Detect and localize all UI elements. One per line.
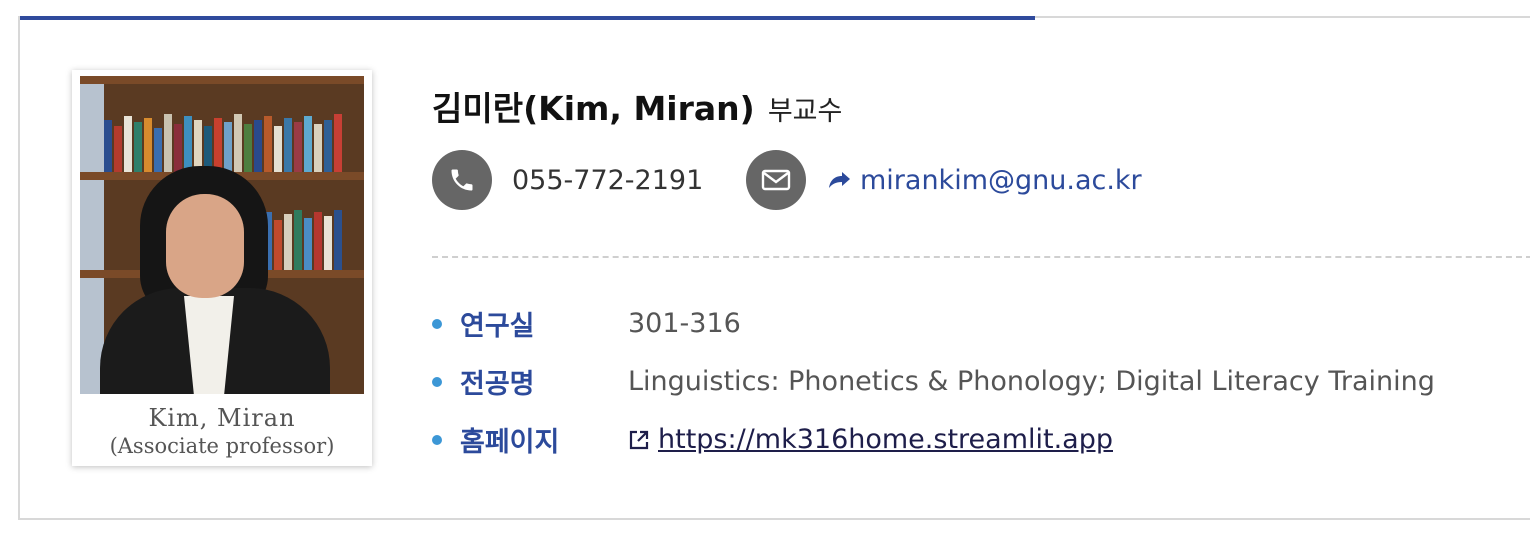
homepage-label: 홈페이지 (460, 427, 560, 458)
photo-caption-name: Kim, Miran (148, 404, 296, 432)
phone-number[interactable]: 055-772-2191 (512, 165, 703, 196)
email-address: mirankim@gnu.ac.kr (860, 164, 1142, 196)
photo-caption-title: (Associate professor) (109, 434, 335, 458)
name-line: 김미란(Kim, Miran) 부교수 (432, 82, 842, 130)
office-label: 연구실 (460, 311, 535, 342)
person-face (166, 194, 244, 298)
bullet-icon (432, 434, 442, 445)
share-arrow-icon (829, 172, 850, 188)
info-row-homepage: 홈페이지 https://mk316home.streamlit.app (432, 420, 1113, 459)
bullet-icon (432, 376, 442, 387)
info-row-major: 전공명 Linguistics: Phonetics & Phonology; … (432, 362, 1435, 401)
phone-contact: 055-772-2191 (432, 150, 703, 210)
email-contact: mirankim@gnu.ac.kr (746, 150, 1142, 210)
card-accent-bar (20, 16, 1035, 20)
photo-books (104, 112, 354, 172)
mail-icon (746, 150, 806, 210)
phone-icon (432, 150, 492, 210)
photo-wall (80, 76, 104, 394)
email-link[interactable]: mirankim@gnu.ac.kr (828, 165, 1142, 196)
office-value: 301-316 (628, 308, 741, 339)
bullet-icon (432, 318, 442, 329)
photo-shelf (80, 76, 364, 84)
profile-photo (80, 76, 364, 394)
professor-name: 김미란(Kim, Miran) (432, 89, 755, 128)
section-divider (432, 256, 1530, 258)
major-label: 전공명 (460, 369, 535, 400)
info-row-office: 연구실 301-316 (432, 304, 741, 343)
homepage-link[interactable]: https://mk316home.streamlit.app (658, 424, 1113, 455)
major-value: Linguistics: Phonetics & Phonology; Digi… (628, 366, 1435, 397)
profile-card: Kim, Miran (Associate professor) 김미란(Kim… (18, 16, 1530, 520)
profile-photo-frame: Kim, Miran (Associate professor) (72, 70, 372, 466)
external-link-icon (629, 430, 649, 449)
professor-rank: 부교수 (767, 96, 843, 127)
